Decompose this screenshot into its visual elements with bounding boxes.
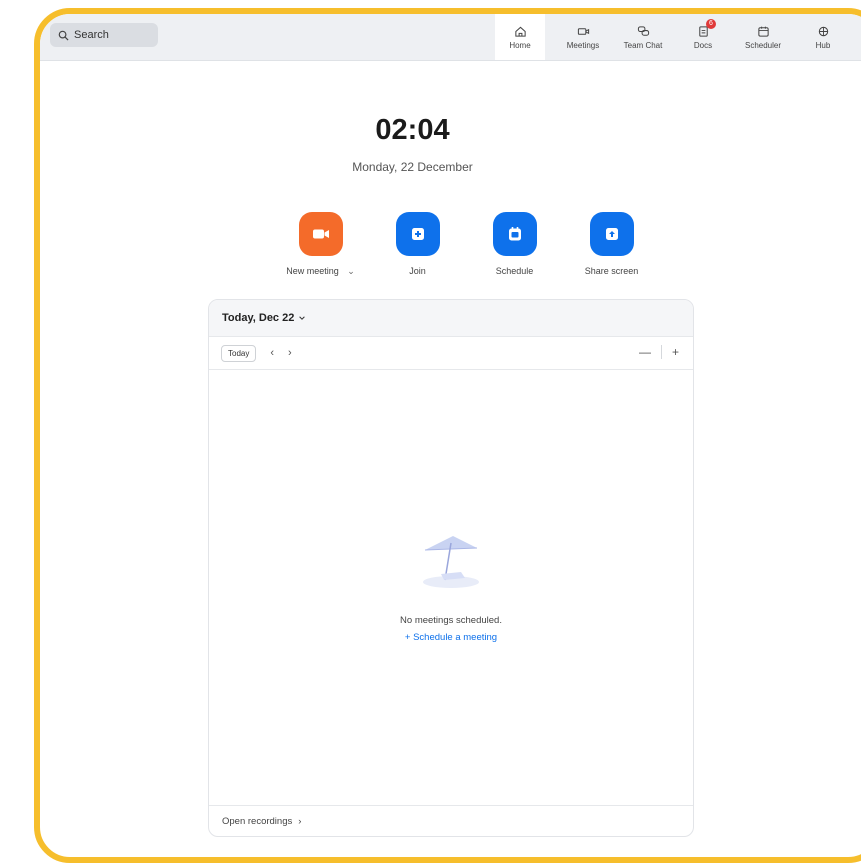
calendar-header[interactable]: Today, Dec 22 [209, 300, 693, 337]
chevron-down-icon[interactable]: ⌄ [347, 266, 355, 276]
schedule-meeting-link[interactable]: + Schedule a meeting [209, 632, 693, 643]
zoom-in-button[interactable]: + [672, 345, 679, 359]
no-meetings-text: No meetings scheduled. [400, 615, 502, 626]
video-camera-icon [312, 229, 329, 239]
new-meeting-action: New meeting ⌄ [272, 212, 369, 277]
tab-home-label: Home [509, 40, 531, 50]
main-nav: Home Meetings Team Chat 6 Docs Scheduler [495, 14, 853, 60]
chevron-down-icon [299, 316, 306, 320]
open-recordings-label: Open recordings [222, 815, 293, 827]
schedule-action: Schedule [466, 212, 563, 277]
empty-state: No meetings scheduled. + Schedule a meet… [209, 528, 693, 643]
docs-badge: 6 [706, 19, 716, 29]
schedule-label: Schedule [495, 266, 534, 276]
calendar-date-label: Today, Dec 22 [222, 312, 295, 324]
join-button[interactable] [395, 212, 440, 256]
tab-team-chat[interactable]: Team Chat [613, 14, 673, 60]
join-action: Join [369, 212, 466, 277]
new-meeting-button[interactable] [298, 212, 343, 256]
tab-hub[interactable]: Hub [793, 14, 853, 60]
share-screen-icon [605, 228, 618, 240]
hub-icon [818, 26, 828, 36]
tab-hub-label: Hub [815, 40, 831, 50]
tab-meetings-label: Meetings [566, 40, 600, 50]
calendar-icon [508, 227, 521, 241]
search-label: Search [74, 29, 109, 41]
clock-time: 02:04 [375, 114, 450, 146]
beach-umbrella-icon [423, 536, 479, 588]
clock-date: Monday, 22 December [352, 160, 473, 174]
next-day-button[interactable]: › [288, 347, 292, 359]
share-screen-label: Share screen [584, 266, 639, 276]
share-screen-button[interactable] [589, 212, 634, 256]
tab-meetings[interactable]: Meetings [553, 14, 613, 60]
search-icon [58, 30, 69, 41]
app-window: Search Home Meetings Team Chat 6 Docs Sc… [34, 8, 861, 863]
plus-square-icon [411, 228, 424, 240]
chevron-right-icon: › [298, 815, 302, 827]
top-bar: Search Home Meetings Team Chat 6 Docs Sc… [40, 14, 861, 61]
search-input[interactable]: Search [50, 23, 158, 47]
calendar-panel: Today, Dec 22 Today ‹ › — + No meetings … [208, 299, 694, 837]
schedule-button[interactable] [492, 212, 537, 256]
tab-scheduler-label: Scheduler [744, 40, 782, 50]
home-icon [514, 26, 526, 37]
zoom-out-button[interactable]: — [639, 345, 651, 359]
tab-docs[interactable]: 6 Docs [673, 14, 733, 60]
open-recordings-link[interactable]: Open recordings › [209, 805, 693, 836]
tab-scheduler[interactable]: Scheduler [733, 14, 793, 60]
tab-home[interactable]: Home [495, 14, 545, 60]
chat-icon [637, 25, 649, 36]
join-label: Join [409, 266, 426, 276]
tab-team-chat-label: Team Chat [623, 40, 663, 50]
zoom-divider [660, 345, 662, 359]
calendar-toolbar: Today ‹ › — + [209, 337, 693, 370]
new-meeting-label: New meeting [286, 266, 339, 276]
share-screen-action: Share screen [563, 212, 660, 277]
video-icon [577, 27, 589, 35]
today-button[interactable]: Today [221, 344, 257, 362]
calendar-icon [757, 26, 769, 37]
tab-docs-label: Docs [693, 40, 713, 50]
quick-actions: New meeting ⌄ Join Schedule Share screen [272, 212, 660, 277]
zoom-controls: — + [639, 345, 679, 359]
prev-day-button[interactable]: ‹ [270, 347, 274, 359]
